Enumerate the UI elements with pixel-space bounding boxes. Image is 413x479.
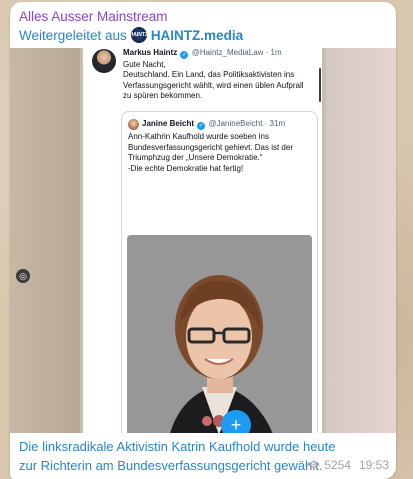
tweet-screenshot: Markus Haintz ✓ @Haintz_MediaLaw · 1m Gu… [83, 48, 322, 433]
portrait-photo [127, 235, 312, 433]
tweet-author: Markus Haintz [123, 48, 178, 57]
forwarded-from[interactable]: Weitergeleitet aus HAINTZ HAINTZ.media [19, 27, 243, 43]
quoted-tweet: Janine Beicht ✓ @JanineBeicht · 31m Ann-… [121, 111, 318, 433]
quote-handle: @JanineBeicht [208, 119, 263, 128]
scrollbar [319, 68, 321, 102]
tweet-handle: @Haintz_MediaLaw [191, 48, 264, 57]
forwarded-label: Weitergeleitet aus [19, 27, 127, 43]
message-meta: 5254 19:53 [307, 458, 389, 472]
message-media-image[interactable]: Markus Haintz ✓ @Haintz_MediaLaw · 1m Gu… [10, 48, 396, 433]
eye-icon [307, 458, 320, 472]
channel-name[interactable]: Alles Ausser Mainstream [19, 9, 168, 24]
tweet-header: Markus Haintz ✓ @Haintz_MediaLaw · 1m [123, 48, 282, 59]
message-time: 19:53 [358, 458, 389, 472]
quote-age: · 31m [264, 119, 286, 128]
verified-badge-icon: ✓ [197, 122, 206, 130]
image-scan-icon[interactable]: ◎ [16, 269, 30, 283]
tweet-text: Gute Nacht, Deutschland. Ein Land, das P… [123, 60, 304, 100]
quote-header: Janine Beicht ✓ @JanineBeicht · 31m [142, 119, 285, 130]
tweet-age: · 1m [265, 48, 282, 57]
source-avatar: HAINTZ [130, 27, 148, 43]
view-count: 5254 [324, 458, 351, 472]
portrait-illustration [127, 235, 312, 433]
verified-badge-icon: ✓ [180, 51, 189, 59]
forwarded-source-name[interactable]: HAINTZ.media [151, 28, 243, 43]
plus-icon[interactable]: + [221, 410, 251, 433]
message-caption: Die linksradikale Aktivistin Katrin Kauf… [19, 439, 336, 473]
avatar [128, 119, 139, 130]
quote-author: Janine Beicht [142, 119, 195, 128]
quote-text: Ann-Kathrin Kaufhold wurde soeben ins Bu… [128, 132, 293, 173]
avatar [92, 49, 116, 73]
